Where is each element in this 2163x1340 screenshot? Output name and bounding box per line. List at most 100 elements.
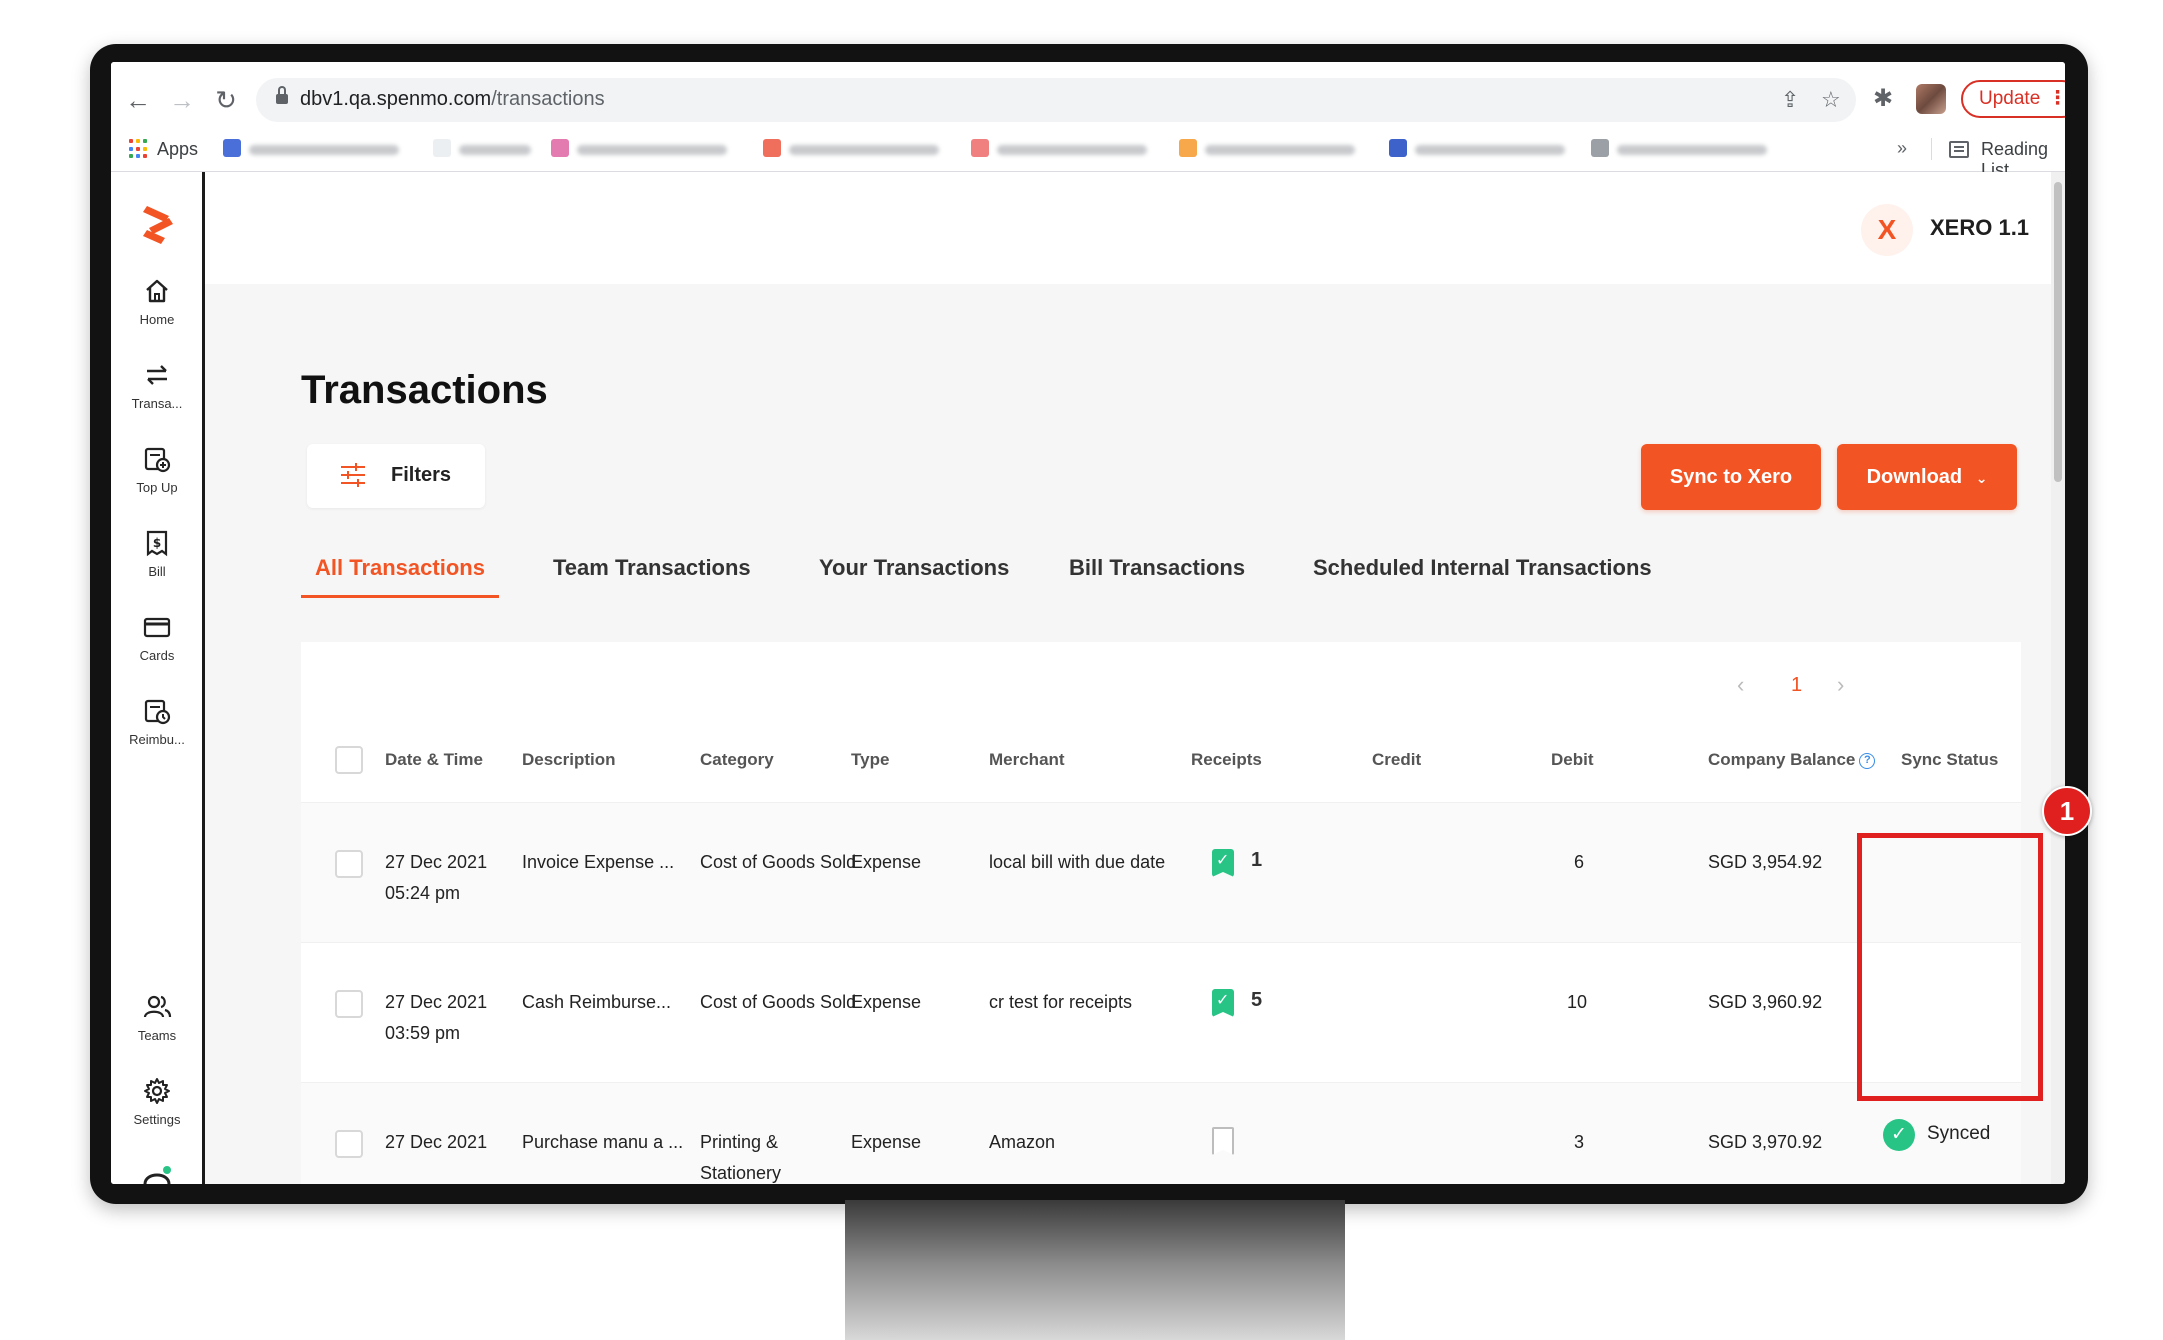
tab-your-transactions[interactable]: Your Transactions <box>805 548 1023 598</box>
row-description: Invoice Expense ... <box>522 852 675 872</box>
sidebar-item-teams[interactable]: Teams <box>111 992 203 1043</box>
next-page-icon[interactable]: › <box>1837 672 1844 698</box>
column-header[interactable]: Description <box>522 750 616 770</box>
row-description: Cash Reimburse... <box>522 992 672 1012</box>
kebab-icon: ⋮ <box>2048 88 2065 109</box>
transactions-table: ‹ 1 › Date & Time Description Category T… <box>301 642 2021 1184</box>
row-merchant: cr test for receipts <box>989 992 1133 1012</box>
chevron-down-icon: ⌄ <box>1975 470 1988 486</box>
column-header[interactable]: Sync Status <box>1901 750 1998 770</box>
receipt-empty-icon[interactable] <box>1212 1127 1234 1155</box>
transfer-icon <box>147 365 167 385</box>
org-avatar[interactable]: X <box>1861 204 1913 256</box>
sidebar-item-label: Cards <box>139 648 175 663</box>
reload-icon[interactable]: ↻ <box>211 85 241 115</box>
sidebar-item-label: Settings <box>133 1112 181 1127</box>
table-row[interactable]: 27 Dec 2021 Purchase manu a ... Printing… <box>301 1082 2021 1184</box>
row-debit: 6 <box>1574 852 1585 872</box>
app-container: Home Transa... Top Up $ Bill Cards Reimb… <box>111 172 2065 1184</box>
row-type: Expense <box>851 852 922 872</box>
row-category: Cost of Goods Sold <box>700 852 857 872</box>
row-checkbox[interactable] <box>335 990 363 1018</box>
back-icon[interactable]: ← <box>123 85 153 115</box>
teams-icon <box>143 995 172 1018</box>
sidebar-item-label: Home <box>139 312 175 327</box>
org-name[interactable]: XERO 1.1 <box>1930 215 2029 241</box>
row-checkbox[interactable] <box>335 1130 363 1158</box>
column-header[interactable]: Receipts <box>1191 750 1262 770</box>
forward-icon[interactable]: → <box>167 85 197 115</box>
sidebar-item-settings[interactable]: Settings <box>111 1076 203 1127</box>
row-merchant: Amazon <box>989 1132 1056 1152</box>
sidebar-item-transactions[interactable]: Transa... <box>111 360 203 411</box>
receipt-icon[interactable] <box>1212 849 1234 877</box>
column-header[interactable]: Date & Time <box>385 750 483 770</box>
update-button[interactable]: Update ⋮ <box>1961 80 2065 118</box>
row-sync-status: Synced <box>1927 1123 1991 1144</box>
topup-icon <box>144 447 171 473</box>
receipt-count: 1 <box>1251 849 1263 871</box>
share-icon[interactable]: ⇪ <box>1781 87 1799 113</box>
sidebar-item-home[interactable]: Home <box>111 276 203 327</box>
reading-list-icon[interactable] <box>1949 141 1969 158</box>
prev-page-icon[interactable]: ‹ <box>1737 672 1744 698</box>
lock-icon <box>276 86 288 106</box>
sidebar-item-label: Teams <box>137 1028 177 1043</box>
sidebar-item-cards[interactable]: Cards <box>111 612 203 663</box>
tab-team-transactions[interactable]: Team Transactions <box>539 548 765 598</box>
table-header: Date & Time Description Category Type Me… <box>301 720 2021 802</box>
profile-avatar[interactable] <box>1916 84 1946 114</box>
row-balance: SGD 3,954.92 <box>1708 852 1823 872</box>
sync-to-xero-button[interactable]: Sync to Xero <box>1641 444 1821 510</box>
spenmo-logo-icon[interactable] <box>139 202 179 246</box>
tab-all-transactions[interactable]: All Transactions <box>301 548 499 598</box>
sidebar-item-label: Bill <box>148 564 166 579</box>
download-button[interactable]: Download ⌄ <box>1837 444 2017 510</box>
row-balance: SGD 3,970.92 <box>1708 1132 1823 1152</box>
column-header[interactable]: Company Balance? <box>1708 750 1876 770</box>
sidebar-item-bill[interactable]: $ Bill <box>111 528 203 579</box>
column-header[interactable]: Merchant <box>989 750 1065 770</box>
apps-label[interactable]: Apps <box>157 139 198 160</box>
column-header[interactable]: Credit <box>1372 750 1421 770</box>
receipt-icon[interactable] <box>1212 989 1234 1017</box>
row-type: Expense <box>851 992 922 1012</box>
column-header[interactable]: Type <box>851 750 889 770</box>
apps-grid-icon[interactable] <box>129 139 149 159</box>
table-row[interactable]: 27 Dec 2021 03:59 pm Cash Reimburse... Co… <box>301 942 2021 1082</box>
table-row[interactable]: 27 Dec 2021 05:24 pm Invoice Expense ... … <box>301 802 2021 942</box>
sidebar-item-topup[interactable]: Top Up <box>111 444 203 495</box>
address-bar[interactable]: dbv1.qa.spenmo.com/transactions ⇪ ☆ <box>256 78 1856 122</box>
row-balance: SGD 3,960.92 <box>1708 992 1823 1012</box>
row-debit: 3 <box>1574 1132 1585 1152</box>
bookmarks-bar: Apps » Reading List <box>111 126 2065 180</box>
tab-bill-transactions[interactable]: Bill Transactions <box>1055 548 1259 598</box>
home-icon <box>146 279 168 303</box>
current-page[interactable]: 1 <box>1791 674 1802 697</box>
more-bookmarks-icon[interactable]: » <box>1897 138 1907 159</box>
reimburse-icon <box>144 699 171 725</box>
help-chat-icon[interactable] <box>141 1162 177 1184</box>
row-date: 27 Dec 2021 05:24 pm <box>385 852 488 903</box>
sidebar-item-reimbursement[interactable]: Reimbu... <box>111 696 203 747</box>
scrollbar-thumb[interactable] <box>2054 182 2062 482</box>
page-title: Transactions <box>301 368 548 412</box>
row-date: 27 Dec 2021 <box>385 1132 488 1152</box>
sidebar: Home Transa... Top Up $ Bill Cards Reimb… <box>111 172 205 1184</box>
column-header[interactable]: Debit <box>1551 750 1594 770</box>
star-icon[interactable]: ☆ <box>1821 87 1841 113</box>
card-icon <box>143 617 171 638</box>
row-category: Cost of Goods Sold <box>700 992 857 1012</box>
row-checkbox[interactable] <box>335 850 363 878</box>
help-icon[interactable]: ? <box>1859 752 1876 769</box>
top-header: X XERO 1.1 ⌄ <box>205 172 2065 284</box>
scrollbar[interactable] <box>2051 172 2065 1184</box>
filters-button[interactable]: Filters <box>307 444 485 508</box>
column-header[interactable]: Category <box>700 750 774 770</box>
svg-text:$: $ <box>153 536 161 550</box>
select-all-checkbox[interactable] <box>335 746 363 774</box>
bill-icon: $ <box>146 530 168 557</box>
extensions-icon[interactable]: ✱ <box>1873 84 1893 113</box>
tab-scheduled-internal-transactions[interactable]: Scheduled Internal Transactions <box>1299 548 1666 598</box>
browser-toolbar: ← → ↻ dbv1.qa.spenmo.com/transactions ⇪ … <box>111 62 2065 180</box>
